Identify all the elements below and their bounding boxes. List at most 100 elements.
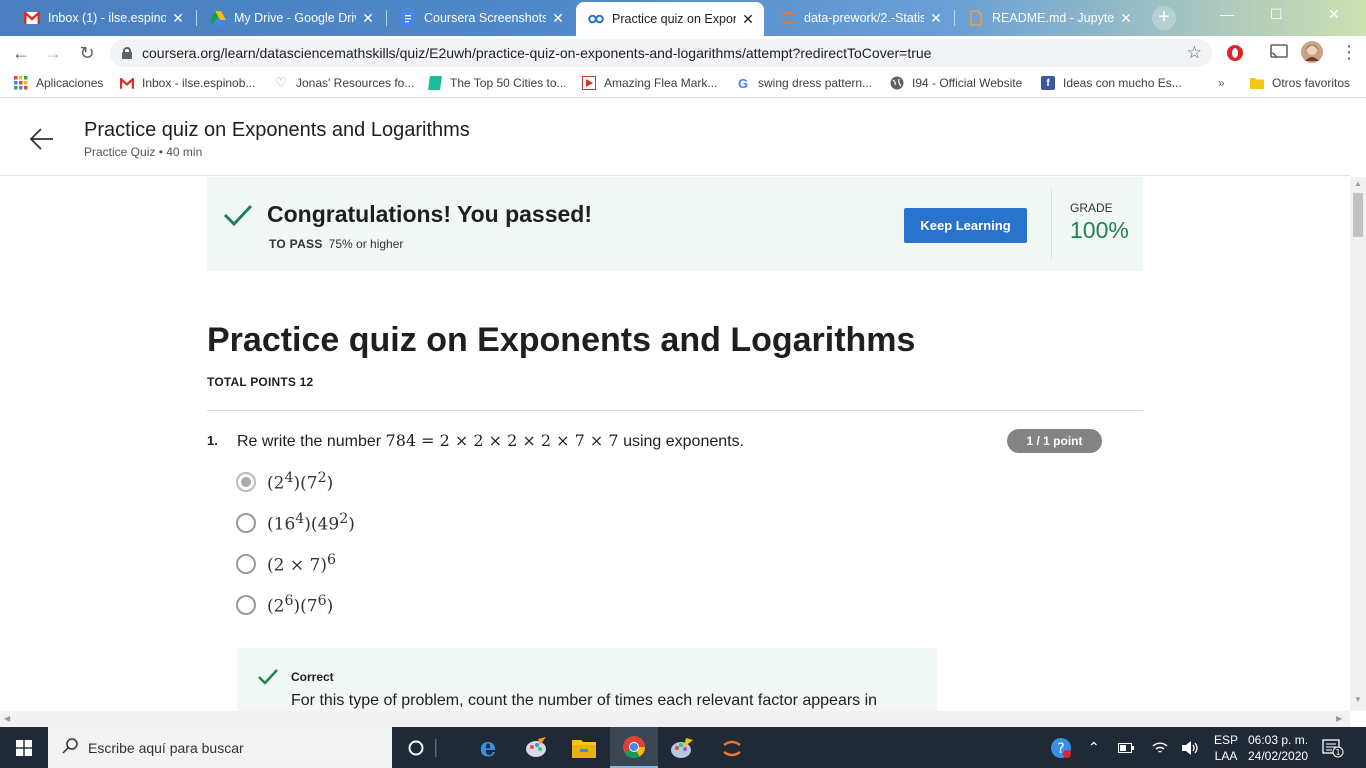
bookmark-apps[interactable]: Aplicaciones	[14, 76, 103, 90]
bookmark-flea[interactable]: Amazing Flea Mark...	[582, 76, 717, 90]
main-content: Congratulations! You passed! TO PASS 75% …	[0, 177, 1350, 711]
bookmark-label: Otros favoritos	[1272, 76, 1351, 90]
option-label: (24)(72)	[267, 470, 334, 494]
paint3d-icon[interactable]	[658, 727, 706, 768]
question-math: 784 = 2 × 2 × 2 × 2 × 7 × 7	[385, 431, 619, 450]
scroll-right-icon[interactable]: ▶	[1336, 714, 1342, 723]
scroll-left-icon[interactable]: ◀	[4, 714, 10, 723]
chevron-up-icon[interactable]: ⌃	[1088, 727, 1100, 768]
cast-icon[interactable]	[1270, 44, 1288, 65]
bookmark-label: The Top 50 Cities to...	[450, 76, 567, 90]
radio-button[interactable]	[236, 513, 256, 533]
keep-learning-button[interactable]: Keep Learning	[904, 208, 1027, 243]
close-icon[interactable]: ✕	[360, 10, 376, 27]
tab-separator	[386, 10, 387, 26]
back-arrow-icon[interactable]	[28, 125, 56, 153]
close-icon[interactable]: ✕	[170, 10, 186, 27]
question-prefix: Re write the number	[237, 433, 382, 450]
avatar[interactable]	[1301, 41, 1323, 68]
divider	[1051, 189, 1052, 259]
task-view-icon[interactable]	[424, 727, 448, 768]
close-icon[interactable]: ✕	[550, 10, 566, 27]
heart-icon: ♡	[275, 75, 287, 90]
maximize-icon[interactable]: ☐	[1270, 6, 1283, 23]
tab-jupyter[interactable]: data-prework/2.-Statist ✕	[768, 4, 952, 32]
bookmarks-bar: Aplicaciones Inbox - ilse.espinob... ♡ J…	[0, 70, 1366, 98]
bookmark-label: Amazing Flea Mark...	[604, 76, 718, 90]
scroll-up-icon[interactable]: ▲	[1350, 179, 1366, 193]
language-indicator[interactable]: ESP LAA	[1214, 727, 1238, 768]
taskbar-search[interactable]: Escribe aquí para buscar	[48, 727, 392, 768]
opera-icon[interactable]	[1226, 44, 1244, 67]
address-bar[interactable]: coursera.org/learn/datasciencemathskills…	[110, 39, 1212, 67]
answer-option[interactable]: (26)(76)	[236, 593, 333, 617]
windows-start-icon[interactable]	[0, 727, 48, 768]
tab-coursera-active[interactable]: Practice quiz on Expone ✕	[576, 2, 764, 36]
clock-date: 24/02/2020	[1248, 748, 1309, 763]
window-close-icon[interactable]: ✕	[1328, 6, 1340, 23]
lang-code: ESP	[1214, 732, 1239, 747]
vertical-scrollbar[interactable]: ▲ ▼	[1350, 177, 1366, 711]
radio-selected[interactable]	[236, 472, 256, 492]
reload-icon[interactable]: ↻	[76, 43, 98, 65]
tab-readme[interactable]: README.md - Jupyter T ✕	[956, 4, 1142, 32]
globe-icon	[890, 76, 904, 90]
pass-value: 75% or higher	[328, 237, 404, 251]
facebook-icon: f	[1041, 76, 1055, 90]
jupyter-taskbar-icon[interactable]	[708, 727, 756, 768]
tab-title: data-prework/2.-Statist	[804, 11, 924, 25]
clock-time: 06:03 p. m.	[1248, 732, 1309, 747]
back-icon[interactable]: ←	[10, 43, 32, 65]
bookmark-top50[interactable]: The Top 50 Cities to...	[428, 76, 567, 90]
bookmark-label: Ideas con mucho Es...	[1063, 76, 1182, 90]
bookmark-inbox[interactable]: Inbox - ilse.espinob...	[120, 76, 255, 90]
tab-title: Practice quiz on Expone	[612, 12, 736, 26]
notifications-icon[interactable]: 1	[1322, 727, 1344, 768]
bookmark-jonas[interactable]: ♡ Jonas' Resources fo...	[274, 75, 415, 90]
chrome-icon[interactable]	[610, 727, 658, 768]
tab-drive[interactable]: My Drive - Google Drive ✕	[198, 4, 384, 32]
jupyter-icon	[780, 10, 796, 26]
scroll-thumb[interactable]	[1353, 193, 1363, 237]
wifi-icon[interactable]	[1152, 727, 1168, 768]
file-explorer-icon[interactable]	[560, 727, 608, 768]
bookmark-label: Inbox - ilse.espinob...	[142, 76, 256, 90]
menu-kebab-icon[interactable]: ⋮	[1340, 42, 1358, 63]
bookmark-i94[interactable]: I94 - Official Website	[890, 76, 1022, 90]
new-tab-button[interactable]: +	[1152, 6, 1176, 30]
radio-button[interactable]	[236, 595, 256, 615]
horizontal-scrollbar[interactable]: ◀ ▶	[0, 711, 1350, 727]
grade-value: 100%	[1070, 217, 1129, 243]
option-label: (164)(492)	[267, 511, 355, 535]
apps-icon	[14, 76, 28, 90]
bookmark-swing[interactable]: G swing dress pattern...	[736, 76, 872, 91]
other-bookmarks[interactable]: Otros favoritos	[1250, 76, 1350, 90]
more-bookmarks-button[interactable]: »	[1218, 76, 1225, 90]
tab-gmail[interactable]: Inbox (1) - ilse.espinoba ✕	[12, 4, 194, 32]
answer-option[interactable]: (24)(72)	[236, 470, 333, 494]
feedback-box: Correct For this type of problem, count …	[237, 648, 937, 711]
scroll-down-icon[interactable]: ▼	[1350, 695, 1366, 709]
close-icon[interactable]: ✕	[1118, 10, 1134, 27]
paint-icon[interactable]	[512, 727, 560, 768]
forward-icon[interactable]: →	[42, 43, 64, 65]
minimize-icon[interactable]: —	[1220, 6, 1234, 22]
close-icon[interactable]: ✕	[928, 10, 944, 27]
help-icon[interactable]: ?	[1050, 727, 1072, 768]
folder-icon	[1250, 76, 1264, 90]
tab-title: README.md - Jupyter T	[992, 11, 1114, 25]
radio-button[interactable]	[236, 554, 256, 574]
feedback-text: For this type of problem, count the numb…	[291, 692, 878, 709]
option-label: (26)(76)	[267, 593, 334, 617]
volume-icon[interactable]	[1182, 727, 1200, 768]
bookmark-label: Jonas' Resources fo...	[296, 76, 415, 90]
gmail-icon	[120, 76, 134, 90]
answer-option[interactable]: (164)(492)	[236, 511, 355, 535]
tab-docs[interactable]: Coursera Screenshots - ✕	[388, 4, 574, 32]
bookmark-ideas[interactable]: f Ideas con mucho Es...	[1041, 76, 1182, 90]
clock[interactable]: 06:03 p. m. 24/02/2020	[1248, 727, 1308, 768]
close-icon[interactable]: ✕	[740, 11, 756, 28]
bookmark-star-icon[interactable]: ☆	[1187, 43, 1202, 63]
edge-icon[interactable]: e	[464, 727, 512, 768]
answer-option[interactable]: (2 × 7)6	[236, 552, 336, 576]
